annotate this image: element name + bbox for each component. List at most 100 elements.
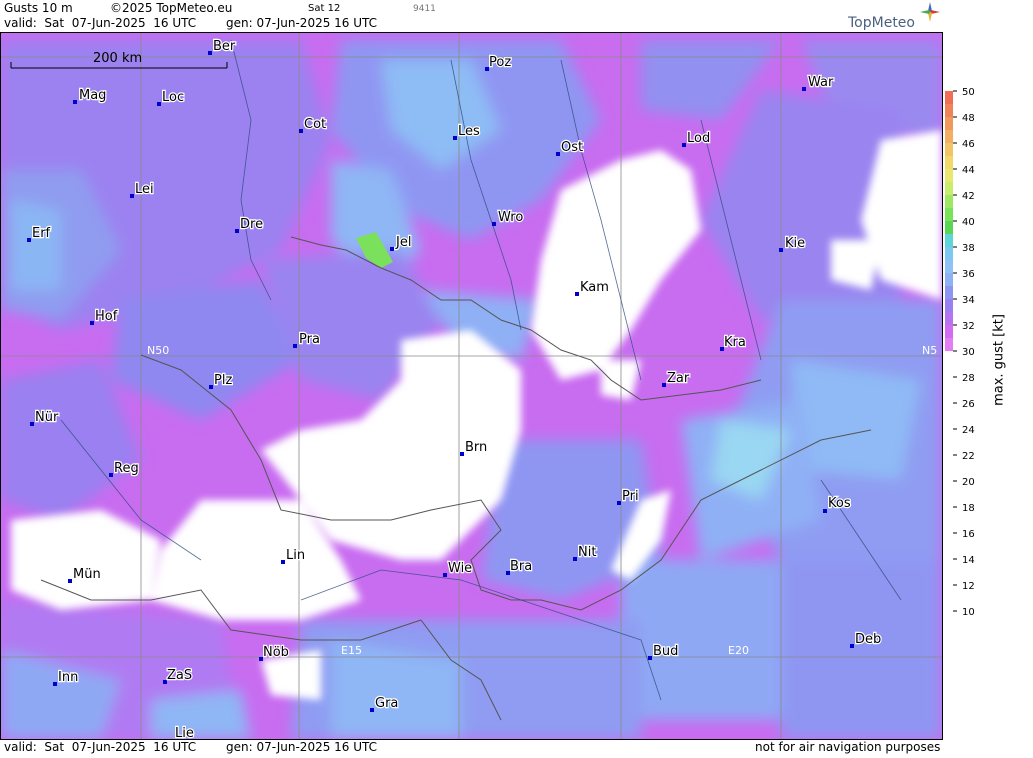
legend-tick-label: 30 [962, 347, 975, 358]
legend-color-swatch [945, 299, 953, 312]
legend-color-swatch [945, 208, 953, 221]
legend-color-swatch [945, 117, 953, 130]
footer-gen: gen: 07-Jun-2025 16 UTC [226, 740, 378, 754]
grid-label-e20: E20 [728, 644, 749, 657]
city-label: Nit [578, 545, 596, 560]
legend-tick-label: 46 [962, 139, 975, 150]
city-label: Pra [299, 332, 320, 347]
city-label: Nöb [263, 645, 289, 660]
footer-disclaimer: not for air navigation purposes [755, 740, 941, 754]
city-label: ZaS [167, 668, 192, 683]
legend-tick-label: 38 [962, 243, 975, 254]
run-label: Sat 12 [308, 3, 341, 14]
legend-color-swatch [945, 182, 953, 195]
map-title: Gusts 10 m [4, 1, 73, 15]
city-label: Kra [724, 335, 746, 350]
legend-tick-label: 16 [962, 529, 975, 540]
city-label: War [808, 75, 834, 90]
city-label: Inn [58, 670, 78, 685]
city-label: Cot [304, 117, 326, 132]
gen-time: gen: 07-Jun-2025 16 UTC [226, 16, 378, 30]
legend-color-swatch [945, 143, 953, 156]
city-label: Bud [653, 644, 678, 659]
legend-tick-label: 50 [962, 87, 975, 98]
city-label: Mag [79, 88, 106, 103]
legend-color-swatch [945, 156, 953, 169]
legend-tick-label: 34 [962, 295, 975, 306]
city-label: Lei [135, 182, 154, 197]
legend-tick-label: 32 [962, 321, 975, 332]
city-label: Hof [95, 309, 118, 324]
city-label: Dre [240, 217, 263, 232]
legend-tick-label: 28 [962, 373, 975, 384]
grid-label-e15: E15 [341, 644, 362, 657]
map-footer: valid: Sat 07-Jun-2025 16 UTC gen: 07-Ju… [0, 739, 943, 755]
city-label: Poz [489, 55, 511, 70]
legend-tick-label: 18 [962, 503, 975, 514]
legend-tick-label: 48 [962, 113, 975, 124]
city-label: Nür [35, 410, 59, 425]
legend-color-swatch [945, 234, 953, 247]
city-label: Wro [498, 210, 523, 225]
city-label: Bra [510, 559, 532, 574]
legend-color-swatch [945, 104, 953, 117]
city-label: Ost [561, 140, 583, 155]
copyright: ©2025 TopMeteo.eu [110, 1, 233, 15]
map-header: Gusts 10 m ©2025 TopMeteo.eu Sat 12 9411… [0, 0, 943, 33]
grid-label-n50: N50 [147, 344, 169, 357]
legend-tick-label: 10 [962, 607, 975, 618]
legend-tick-label: 44 [962, 165, 975, 176]
legend-color-swatch [945, 169, 953, 182]
map-canvas: Ber Poz War Mag Loc Cot Les Ost Lod Lei … [1, 33, 942, 739]
city-label: Kie [785, 236, 805, 251]
legend-tick-label: 36 [962, 269, 975, 280]
legend-color-swatch [945, 273, 953, 286]
legend-color-swatch [945, 91, 953, 104]
legend-tick-label: 14 [962, 555, 975, 566]
city-label: Brn [465, 440, 487, 455]
compass-logo-icon [920, 2, 940, 22]
legend-color-swatch [945, 338, 953, 351]
legend-tick-label: 40 [962, 217, 975, 228]
city-label: Pri [622, 489, 639, 504]
city-label: Loc [162, 90, 184, 105]
legend-color-swatch [945, 221, 953, 234]
legend-color-swatch [945, 130, 953, 143]
city-label: Lin [286, 548, 305, 563]
legend-tick-label: 42 [962, 191, 975, 202]
legend-color-swatch [945, 325, 953, 338]
city-label: Erf [32, 226, 51, 241]
brand-logo: TopMeteo [848, 15, 915, 31]
footer-valid: valid: Sat 07-Jun-2025 16 UTC [4, 740, 197, 754]
legend-tick-label: 22 [962, 451, 975, 462]
city-label: Kos [828, 496, 851, 511]
city-label: Wie [448, 561, 472, 576]
city-label: Lod [687, 131, 710, 146]
city-label: Ber [213, 39, 236, 54]
gust-map[interactable]: Ber Poz War Mag Loc Cot Les Ost Lod Lei … [0, 33, 943, 739]
legend-color-swatch [945, 286, 953, 299]
city-label: Mün [73, 567, 101, 582]
city-label: Deb [855, 632, 881, 647]
scale-bar-label: 200 km [93, 51, 143, 66]
city-label: Les [458, 124, 480, 139]
legend-tick-label: 12 [962, 581, 975, 592]
city-label: Plz [214, 373, 232, 388]
city-label: Lie [175, 726, 194, 739]
city-label: Zar [667, 371, 690, 386]
legend-color-swatch [945, 195, 953, 208]
legend-color-swatch [945, 247, 953, 260]
city-label: Reg [114, 461, 139, 476]
legend-tick-label: 24 [962, 425, 975, 436]
legend-color-swatch [945, 312, 953, 325]
city-label: Gra [375, 696, 398, 711]
city-label: Jel [395, 235, 411, 250]
grid-label-n50-right: N5 [922, 344, 937, 357]
legend-tick-label: 26 [962, 399, 975, 410]
legend-tick-label: 20 [962, 477, 975, 488]
city-label: Kam [580, 280, 609, 295]
color-legend: 50 48 46 44 42 40 38 36 34 32 30 28 26 24 22 20 18 16 14 12… [943, 0, 1033, 754]
valid-time: valid: Sat 07-Jun-2025 16 UTC [4, 16, 197, 30]
legend-label: max. gust [kt] [991, 314, 1007, 406]
legend-scale: 50 48 46 44 42 40 38 36 34 32 30 28 26 24 22 20 18 16 14 12… [945, 87, 975, 618]
